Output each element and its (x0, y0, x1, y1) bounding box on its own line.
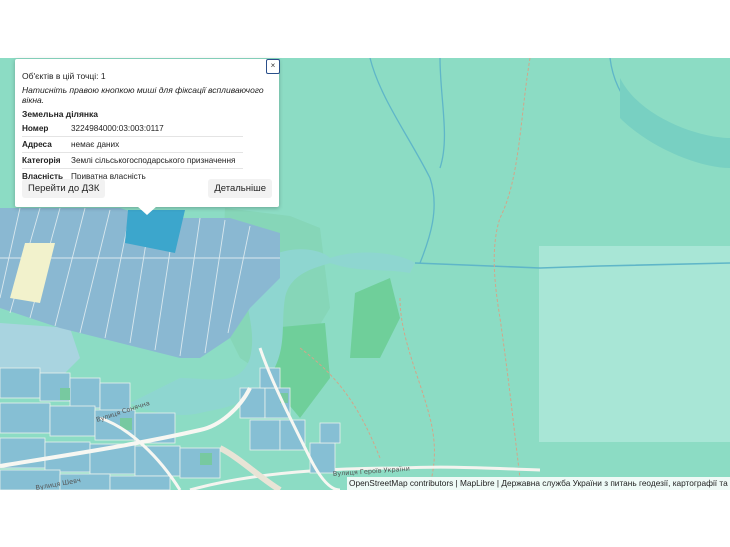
object-count-text: Об'єктів в цій точці: 1 (22, 71, 106, 81)
map-attribution[interactable]: OpenStreetMap contributors | MapLibre | … (347, 477, 730, 490)
section-title: Земельна ділянка (22, 109, 99, 119)
map-overlay-rect (539, 246, 730, 442)
popup-pointer (137, 206, 157, 215)
table-row: Категорія Землі сільськогосподарського п… (22, 152, 243, 169)
close-button[interactable]: × (266, 59, 280, 74)
attribute-value: Землі сільськогосподарського призначення (71, 152, 243, 169)
attribute-label: Категорія (22, 152, 71, 169)
table-row: Номер 3224984000:03:003:0117 (22, 121, 243, 137)
feature-popup: Об'єктів в цій точці: 1 Натисніть правою… (15, 59, 279, 207)
table-row: Адреса немає даних (22, 136, 243, 153)
attributes-table: Номер 3224984000:03:003:0117 Адреса нема… (22, 121, 243, 184)
popup-hint-text: Натисніть правою кнопкою миші для фіксац… (22, 85, 264, 105)
attribute-value: 3224984000:03:003:0117 (71, 121, 243, 137)
goto-dzk-button[interactable]: Перейти до ДЗК (22, 179, 106, 198)
attribute-value: немає даних (71, 136, 243, 153)
attribute-label: Адреса (22, 136, 71, 153)
attribute-label: Номер (22, 121, 71, 137)
details-button[interactable]: Детальніше (208, 179, 272, 198)
